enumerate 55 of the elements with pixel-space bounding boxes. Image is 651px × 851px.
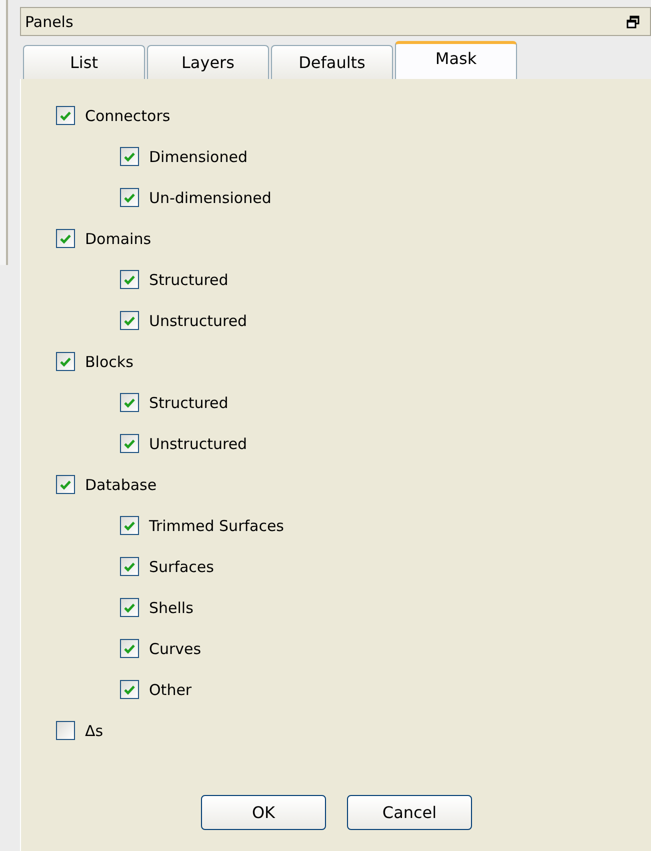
checkbox-label: Shells xyxy=(149,598,194,616)
ok-button[interactable]: OK xyxy=(201,795,326,830)
checkbox[interactable] xyxy=(56,475,75,494)
checkbox[interactable] xyxy=(56,106,75,125)
checkbox-label: Surfaces xyxy=(149,558,214,576)
checkbox[interactable] xyxy=(120,639,139,658)
tab[interactable]: Layers xyxy=(147,45,269,79)
checkbox[interactable] xyxy=(56,721,75,740)
checkbox[interactable] xyxy=(120,147,139,166)
check-icon xyxy=(124,520,135,530)
checkbox-label: Dimensioned xyxy=(149,148,248,166)
check-icon xyxy=(124,274,135,284)
checkbox-label: Unstructured xyxy=(149,312,248,330)
check-icon xyxy=(124,684,135,694)
check-icon xyxy=(60,110,71,120)
check-icon xyxy=(124,316,135,326)
checkbox[interactable] xyxy=(120,516,139,535)
check-icon xyxy=(124,398,135,408)
checkbox-label: Structured xyxy=(149,394,228,412)
checkbox[interactable] xyxy=(120,270,139,289)
checkbox[interactable] xyxy=(120,598,139,617)
check-icon xyxy=(124,562,135,572)
checkbox[interactable] xyxy=(120,393,139,412)
checkbox-label: Unstructured xyxy=(149,434,248,452)
check-icon xyxy=(124,602,135,612)
check-icon xyxy=(60,234,71,244)
checkbox[interactable] xyxy=(56,352,75,371)
checkbox[interactable] xyxy=(56,229,75,248)
check-icon xyxy=(124,644,135,654)
checkbox-label: Blocks xyxy=(85,352,134,370)
check-icon xyxy=(124,438,135,448)
checkbox-label: Trimmed Surfaces xyxy=(149,516,284,534)
checkbox-label: Domains xyxy=(85,230,152,248)
check-icon xyxy=(60,356,71,366)
checkbox[interactable] xyxy=(120,557,139,576)
checkbox-label: Database xyxy=(85,476,157,494)
tab[interactable]: Mask xyxy=(395,41,517,79)
checkbox[interactable] xyxy=(120,188,139,207)
checkbox[interactable] xyxy=(120,311,139,330)
check-icon xyxy=(60,480,71,490)
checkbox-label: Curves xyxy=(149,640,202,658)
checkbox[interactable] xyxy=(120,680,139,699)
checkbox-label: Un-dimensioned xyxy=(149,188,272,206)
checkbox[interactable] xyxy=(120,434,139,453)
restore-icon[interactable] xyxy=(626,14,640,28)
check-icon xyxy=(124,152,135,162)
tab[interactable]: List xyxy=(23,45,145,79)
checkbox-label: Structured xyxy=(149,270,228,288)
checkbox-label: Connectors xyxy=(85,106,170,124)
cancel-button[interactable]: Cancel xyxy=(347,795,472,830)
check-icon xyxy=(124,192,135,202)
checkbox-label: Δs xyxy=(85,722,104,740)
tab[interactable]: Defaults xyxy=(271,45,393,79)
panel-title: Panels xyxy=(25,12,74,30)
checkbox-label: Other xyxy=(149,680,192,698)
